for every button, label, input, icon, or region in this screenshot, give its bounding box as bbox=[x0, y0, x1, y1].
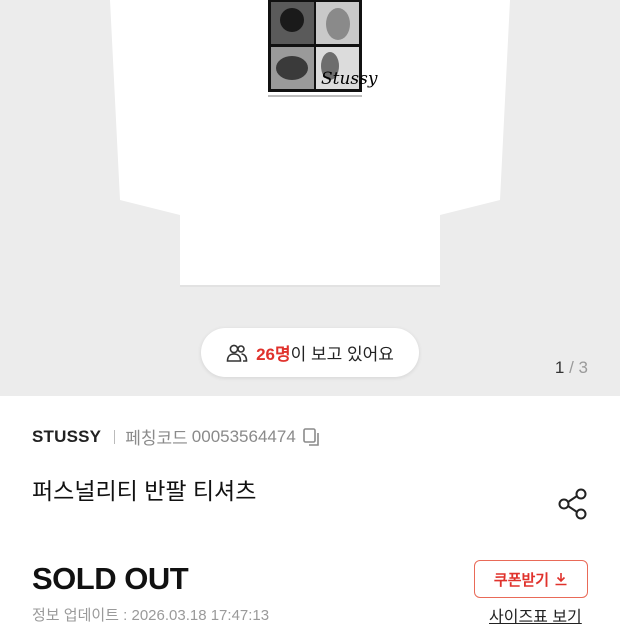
viewers-text: 이 보고 있어요 bbox=[290, 345, 394, 364]
pager-current: 1 bbox=[554, 358, 565, 377]
viewers-count: 26명 bbox=[256, 345, 291, 364]
fetching-code-label: 페칭코드 bbox=[125, 429, 188, 448]
pager-total: 3 bbox=[578, 358, 588, 377]
fetching-code-value: 00053564474 bbox=[191, 426, 296, 446]
product-title: 퍼스널리티 반팔 티셔츠 bbox=[32, 478, 257, 504]
viewers-badge: 26명 이 보고 있어요 bbox=[201, 328, 419, 377]
sold-out-status: SOLD OUT bbox=[32, 561, 189, 596]
update-timestamp: 정보 업데이트 : 2026.03.18 17:47:13 bbox=[32, 607, 270, 624]
brand-row: STUSSY 페칭코드 00053564474 bbox=[32, 424, 322, 449]
pager-separator: / bbox=[569, 358, 574, 377]
users-icon bbox=[226, 344, 248, 362]
divider bbox=[114, 429, 116, 444]
tshirt-image: Stussy bbox=[110, 0, 510, 287]
image-pager: 1 / 3 bbox=[555, 358, 588, 378]
product-image-gallery[interactable]: Stussy 26명 이 보고 있어요 1 / 3 bbox=[0, 0, 620, 396]
brand-link[interactable]: STUSSY bbox=[32, 427, 101, 447]
copy-icon[interactable] bbox=[302, 427, 322, 447]
size-chart-link[interactable]: 사이즈표 보기 bbox=[489, 603, 582, 627]
coupon-button-label: 쿠폰받기 bbox=[493, 571, 550, 589]
download-icon bbox=[555, 573, 567, 586]
coupon-button[interactable]: 쿠폰받기 bbox=[474, 560, 588, 598]
share-icon[interactable] bbox=[556, 487, 590, 521]
graphic-logo-text: Stussy bbox=[321, 69, 378, 89]
